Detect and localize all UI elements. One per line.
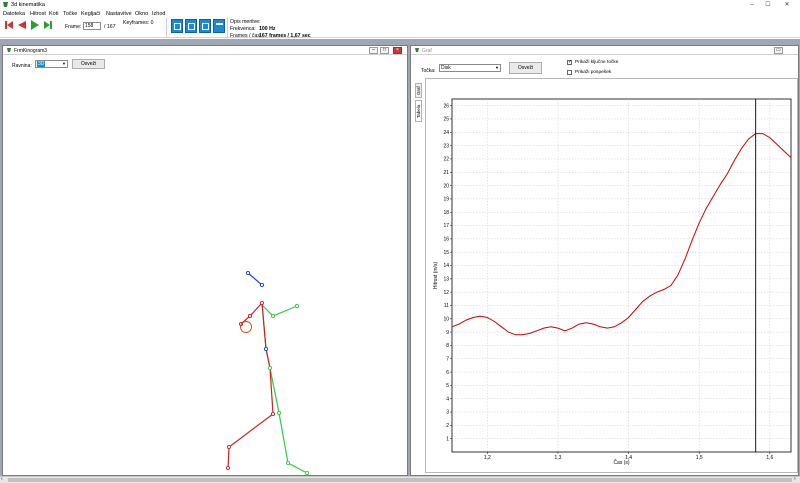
ravnina-selected-value: 3D: [37, 61, 46, 67]
scroll-left-icon[interactable]: ‹: [1, 476, 3, 482]
view-front-button[interactable]: [185, 19, 197, 33]
window-title: 3d kinematika: [11, 2, 45, 8]
menu-datoteka[interactable]: Datoteka: [3, 11, 25, 17]
kinogram-titlebar: FrmKinogram3 – □ ×: [3, 46, 407, 55]
view-front-icon: [188, 23, 195, 30]
graf-titlebar: Graf ▭: [411, 46, 798, 55]
menu-okno[interactable]: Okno: [135, 11, 148, 17]
view-top-button[interactable]: [213, 19, 225, 33]
tocka-label: Točka:: [421, 68, 436, 74]
kljucne-tocke-checkbox[interactable]: ✓: [567, 60, 572, 65]
menu-izhod[interactable]: Izhod: [152, 11, 165, 17]
scrollbar-thumb[interactable]: [8, 478, 792, 482]
menu-kegljaci[interactable]: Kegljači: [81, 11, 100, 17]
frekvenca-label: Frekvenca:: [230, 26, 256, 32]
ravnina-label: Ravnina:: [12, 63, 32, 69]
view-side-button[interactable]: [199, 19, 211, 33]
toolbar-divider: [166, 18, 167, 37]
toolbar-divider: [227, 18, 228, 37]
window-titlebar: 3d kinematika – ☐ ✕: [0, 0, 800, 10]
kinogram-osvezi-button[interactable]: Osveži: [72, 59, 105, 69]
view-3d-icon: [174, 23, 181, 30]
chevron-down-icon: ▼: [495, 65, 499, 70]
tocka-select[interactable]: Disk ▼: [439, 64, 501, 72]
first-frame-icon[interactable]: [4, 20, 14, 30]
maximize-button[interactable]: ☐: [761, 0, 775, 10]
pospesek-checkbox[interactable]: [567, 70, 572, 75]
mdi-workspace: FrmKinogram3 – □ × Ravnina: 3D ▼ Osveži …: [0, 39, 800, 476]
frame-total: / 167: [104, 24, 116, 30]
tab-graf[interactable]: Graf: [415, 83, 422, 98]
kinogram-window: FrmKinogram3 – □ × Ravnina: 3D ▼ Osveži: [2, 45, 408, 476]
graf-title: Graf: [422, 48, 432, 54]
menu-tocke[interactable]: Točke: [63, 11, 77, 17]
graf-osvezi-button[interactable]: Osveži: [509, 62, 542, 74]
tocka-selected-value: Disk: [441, 65, 451, 71]
view-side-icon: [202, 23, 209, 30]
scroll-right-icon[interactable]: ›: [794, 476, 796, 482]
kinogram-title: FrmKinogram3: [14, 48, 48, 54]
view-top-icon: [216, 23, 223, 30]
kinogram-minimize-button[interactable]: –: [369, 47, 378, 54]
frekvenca-value: 100 Hz: [259, 26, 276, 32]
graf-restore-button[interactable]: ▭: [774, 47, 783, 54]
keyframes-count: Keyframes: 0: [123, 20, 154, 26]
chevron-down-icon: ▼: [62, 61, 66, 66]
app-icon: [3, 2, 8, 7]
menu-nastavitve[interactable]: Nastavitve: [106, 11, 132, 17]
prev-frame-icon[interactable]: [17, 20, 27, 30]
menu-bar: Datoteka Hitrost Koti Točke Kegljači Nas…: [0, 10, 800, 18]
kljucne-tocke-label: Prikaži ključne točke: [575, 60, 619, 65]
tab-tabela[interactable]: Tabela: [415, 100, 422, 122]
view-3d-button[interactable]: [171, 19, 183, 33]
minimize-button[interactable]: –: [745, 0, 759, 10]
kinogram-close-button[interactable]: ×: [393, 47, 402, 54]
chart-panel: [425, 78, 798, 473]
menu-hitrost[interactable]: Hitrost: [30, 11, 46, 17]
frame-input[interactable]: 158: [83, 22, 101, 30]
window-icon: [415, 48, 419, 52]
opis-label: Opis meritve:: [230, 19, 261, 25]
horizontal-scrollbar[interactable]: ‹ ›: [0, 476, 800, 483]
frame-label: Frame:: [65, 24, 82, 30]
kinogram-maximize-button[interactable]: □: [380, 47, 389, 54]
graf-window: Graf ▭ Točka: Disk ▼ Osveži ✓ Prikaži kl…: [410, 45, 799, 476]
play-icon[interactable]: [30, 20, 40, 30]
close-button[interactable]: ✕: [780, 0, 794, 10]
pospesek-label: Prikaži pospešek: [575, 70, 612, 75]
window-icon: [7, 48, 11, 52]
toolbar: Frame: 158 / 167 Keyframes: 0 Opis merit…: [0, 18, 800, 39]
ravnina-select[interactable]: 3D ▼: [35, 60, 68, 68]
last-frame-icon[interactable]: [43, 20, 53, 30]
menu-koti[interactable]: Koti: [49, 11, 58, 17]
